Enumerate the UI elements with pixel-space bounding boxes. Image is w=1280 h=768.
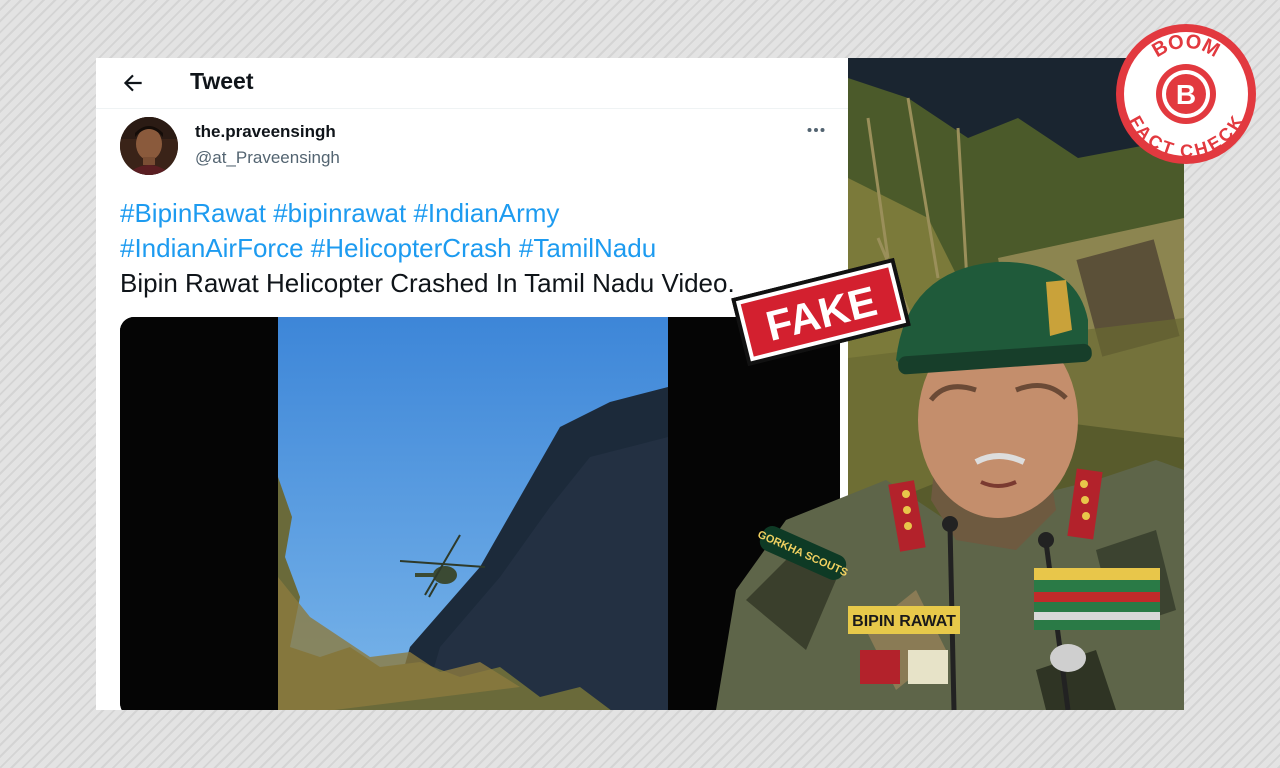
hashtag-link[interactable]: #BipinRawat: [120, 198, 266, 228]
display-name[interactable]: the.praveensingh: [195, 122, 336, 142]
hashtag-link[interactable]: #IndianAirForce: [120, 233, 304, 263]
hashtag-link[interactable]: #bipinrawat: [273, 198, 406, 228]
tweet-header: Tweet: [96, 58, 848, 109]
hashtag-link[interactable]: #TamilNadu: [519, 233, 656, 263]
badge-letter: B: [1176, 79, 1196, 110]
user-handle[interactable]: @at_Praveensingh: [195, 148, 340, 168]
hashtag-link[interactable]: #HelicopterCrash: [311, 233, 512, 263]
medal-ribbons: [1034, 568, 1160, 630]
boom-fact-check-badge: B BOOM FACT CHECK: [1116, 24, 1256, 164]
page-title: Tweet: [190, 68, 254, 94]
back-arrow-icon[interactable]: [120, 70, 146, 96]
avatar[interactable]: [120, 117, 178, 175]
hashtag-line-1: #BipinRawat #bipinrawat #IndianArmy: [120, 196, 830, 231]
hashtag-link[interactable]: #IndianArmy: [413, 198, 559, 228]
more-options-icon[interactable]: [806, 120, 826, 140]
name-tape: BIPIN RAWAT: [852, 613, 956, 630]
